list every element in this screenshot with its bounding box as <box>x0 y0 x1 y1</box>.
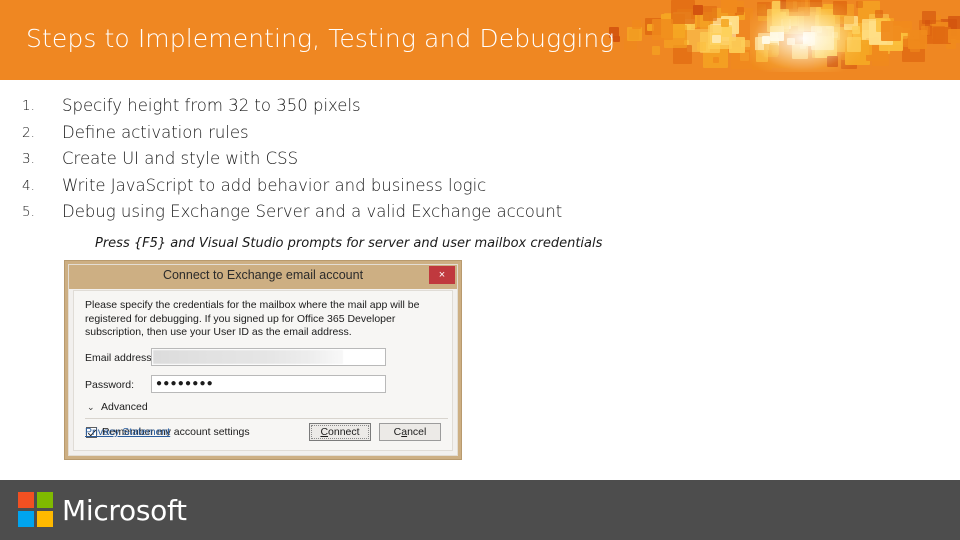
logo-square-green <box>37 492 53 508</box>
mosaic-tile <box>755 50 768 63</box>
accelerator-letter: C <box>320 426 329 438</box>
cancel-button[interactable]: Cancel <box>379 423 441 441</box>
list-item: 5. Debug using Exchange Server and a val… <box>0 202 700 229</box>
mosaic-tile <box>766 9 790 32</box>
slide-footer-band: Microsoft <box>0 480 960 540</box>
password-field-label: Password: <box>85 378 135 391</box>
mosaic-tile <box>909 41 921 52</box>
mosaic-tile <box>827 55 839 67</box>
steps-list: 1. Specify height from 32 to 350 pixels … <box>0 96 700 229</box>
mosaic-tile <box>632 20 642 30</box>
email-input[interactable] <box>151 347 386 366</box>
cancel-label-rest: ncel <box>407 426 427 438</box>
connect-label-rest: onnect <box>328 426 360 438</box>
chevron-down-icon: ⌄ <box>87 401 95 412</box>
mosaic-tile <box>779 47 790 59</box>
mosaic-tile <box>671 0 696 25</box>
mosaic-tile <box>721 26 732 37</box>
dialog-description: Please specify the credentials for the m… <box>85 299 420 338</box>
mosaic-tile <box>811 26 835 50</box>
list-item-label: Specify height from 32 to 350 pixels <box>62 96 361 115</box>
password-field-row: Password: ●●●●●●●● <box>85 374 441 398</box>
mosaic-tile <box>761 35 771 45</box>
mosaic-tile <box>874 10 883 18</box>
privacy-statement-link[interactable]: Privacy Statement <box>85 426 170 438</box>
page-title: Steps to Implementing, Testing and Debug… <box>26 24 615 53</box>
dialog-title: Connect to Exchange email account <box>162 268 364 282</box>
mosaic-tile <box>855 0 864 9</box>
mosaic-tile <box>947 28 960 43</box>
mosaic-tile <box>712 34 721 44</box>
logo-square-red <box>18 492 34 508</box>
logo-square-blue <box>18 511 34 527</box>
email-field-label: Email address: <box>85 351 155 364</box>
mosaic-tile <box>852 25 861 34</box>
list-item-label: Define activation rules <box>62 122 249 142</box>
advanced-label: Advanced <box>101 400 148 413</box>
list-item-number: 1. <box>22 98 35 114</box>
email-field-row: Email address: <box>85 347 441 371</box>
microsoft-logo-icon <box>18 492 54 528</box>
mosaic-tile <box>881 21 901 41</box>
list-item-number: 5. <box>22 204 35 220</box>
dialog-footer: Privacy Statement Connect Cancel <box>85 423 441 441</box>
email-value-redacted <box>153 349 343 364</box>
close-icon[interactable]: × <box>429 266 455 284</box>
connect-dialog-screenshot: Connect to Exchange email account × Plea… <box>64 260 462 460</box>
dialog-body: Please specify the credentials for the m… <box>73 290 453 451</box>
logo-square-yellow <box>37 511 53 527</box>
mosaic-tile <box>697 42 706 51</box>
mosaic-tile <box>721 0 738 14</box>
mosaic-tile <box>833 1 848 16</box>
connect-button[interactable]: Connect <box>309 423 371 441</box>
mosaic-tile <box>846 37 861 52</box>
dialog-titlebar: Connect to Exchange email account × <box>69 265 457 289</box>
dialog-window: Connect to Exchange email account × Plea… <box>68 264 458 456</box>
mosaic-tile <box>900 21 912 33</box>
mosaic-tile <box>652 46 661 55</box>
divider <box>85 417 448 419</box>
list-item: 1. Specify height from 32 to 350 pixels <box>0 96 700 123</box>
microsoft-wordmark: Microsoft <box>62 494 187 527</box>
list-item: 3. Create UI and style with CSS <box>0 149 700 176</box>
mosaic-tile <box>702 6 718 21</box>
list-item-number: 3. <box>22 151 35 167</box>
mosaic-tile <box>785 0 810 17</box>
list-item-label: Create UI and style with CSS <box>62 149 299 168</box>
password-input[interactable]: ●●●●●●●● <box>151 374 386 393</box>
list-item-number: 4. <box>22 177 35 194</box>
list-item: 4. Write JavaScript to add behavior and … <box>0 176 700 203</box>
header-mosaic-decoration <box>560 0 960 80</box>
mosaic-tile <box>692 5 703 16</box>
mosaic-tile <box>651 18 674 41</box>
slide-header-band: Steps to Implementing, Testing and Debug… <box>0 0 960 80</box>
mosaic-tile <box>713 57 719 64</box>
list-item-label: Write JavaScript to add behavior and bus… <box>62 175 487 195</box>
mosaic-tile <box>921 10 936 25</box>
list-item: 2. Define activation rules <box>0 123 700 150</box>
mosaic-tile <box>792 43 808 60</box>
list-item-label: Debug using Exchange Server and a valid … <box>62 202 563 221</box>
list-item-number: 2. <box>22 124 35 141</box>
press-f5-note: Press {F5} and Visual Studio prompts for… <box>95 236 603 251</box>
mosaic-tile <box>786 37 795 46</box>
password-value: ●●●●●●●● <box>156 377 214 389</box>
advanced-section-toggle[interactable]: ⌄ Advanced <box>85 400 448 419</box>
mosaic-tile <box>720 18 729 27</box>
